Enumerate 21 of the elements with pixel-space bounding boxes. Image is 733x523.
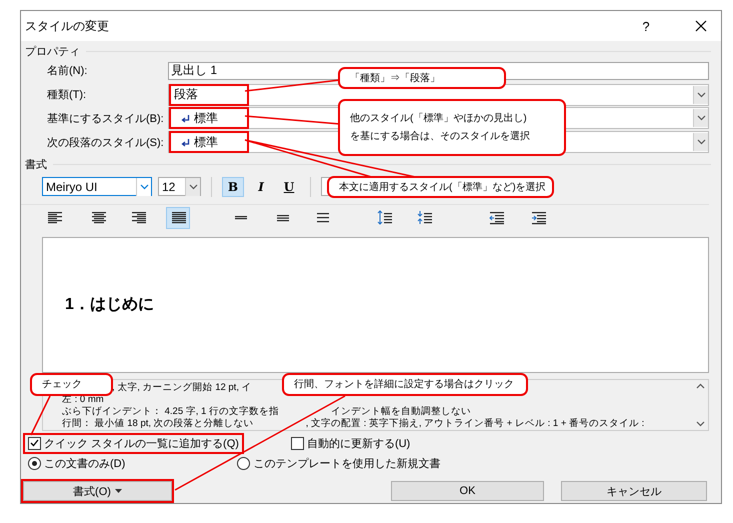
- description-text: 行間： 最小値 18 pt, 次の段落と分離しない: [62, 418, 254, 430]
- section-heading: 書式: [25, 158, 47, 172]
- callout-text: 他のスタイル(「標準」やほかの見出し): [350, 112, 528, 125]
- highlight-frame: 段落: [169, 84, 249, 106]
- window-title: スタイルの変更: [25, 18, 110, 34]
- description-text: , 太字, カーニング開始 12 pt, イ: [112, 382, 252, 394]
- callout-text: を基にする場合は、そのスタイルを選択: [350, 130, 531, 143]
- callout-text: 「種類」⇒「段落」: [350, 72, 441, 84]
- description-text: , 文字の配置 : 英字下揃え, アウトライン番号 + レベル : 1 + 番号のスタイル :: [306, 418, 644, 430]
- field-label: 名前(N):: [47, 64, 88, 78]
- description-text: ぶら下げインデント： 4.25 字, 1 行の文字数を指: [62, 406, 279, 418]
- highlight-frame: 標準: [169, 107, 249, 130]
- field-label: 基準にするスタイル(B):: [47, 112, 165, 126]
- highlight-frame: 標準: [169, 131, 249, 154]
- field-label: 次の段落のスタイル(S):: [47, 136, 165, 150]
- field-label: 種類(T):: [47, 88, 88, 102]
- description-text: インデント幅を自動調整しない: [330, 406, 471, 418]
- callout-text: 行間、フォントを詳細に設定する場合はクリック: [294, 378, 515, 391]
- preview-heading: 1．はじめに: [65, 295, 154, 316]
- callout-text: チェック: [42, 378, 83, 391]
- section-heading: プロパティ: [25, 44, 80, 59]
